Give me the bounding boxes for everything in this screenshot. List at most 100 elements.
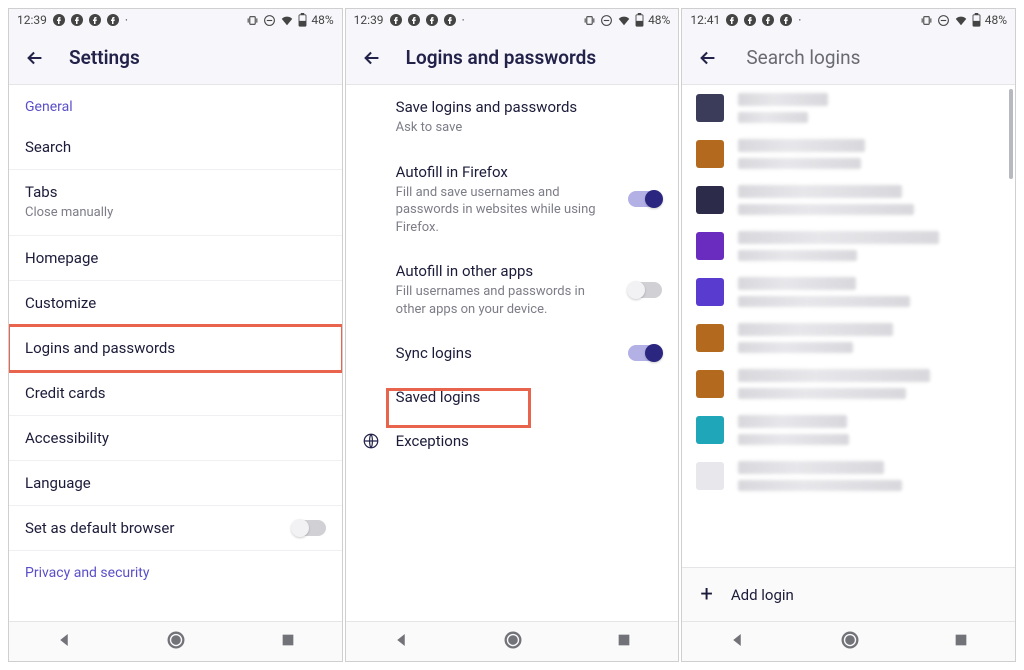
settings-row-tabs[interactable]: TabsClose manually [9,170,342,236]
row-label: Accessibility [25,429,326,447]
settings-list[interactable]: General Search TabsClose manually Homepa… [9,85,342,621]
back-button[interactable] [358,44,386,72]
row-label: Sync logins [396,344,617,362]
nav-recent-icon[interactable] [616,632,632,652]
add-login-label: Add login [731,586,794,604]
login-sub-blurred [738,204,914,215]
settings-row-language[interactable]: Language [9,461,342,506]
login-text [738,93,963,123]
nav-recent-icon[interactable] [280,632,296,652]
login-row[interactable] [682,177,1015,223]
login-text [738,415,963,445]
section-privacy: Privacy and security [9,551,342,591]
row-sync-logins[interactable]: Sync logins [346,331,679,375]
row-autofill-other[interactable]: Autofill in other appsFill usernames and… [346,249,679,331]
section-general: General [9,85,342,125]
login-title-blurred [738,461,884,474]
fb-icon [762,14,774,26]
login-row[interactable] [682,269,1015,315]
scrollbar[interactable] [1009,89,1013,179]
status-bar: 12:41 · 48% [682,9,1015,31]
screen-settings: 12:39 · 48% Settings General Search Tabs… [8,8,343,662]
nav-home-icon[interactable] [839,629,861,655]
site-favicon [696,416,724,444]
row-sub: Fill usernames and passwords in other ap… [396,283,617,318]
login-row[interactable] [682,315,1015,361]
login-row[interactable] [682,131,1015,177]
vibrate-icon [583,14,596,27]
nav-back-icon[interactable] [392,631,410,653]
status-bar: 12:39 · 48% [346,9,679,31]
nav-bar [682,621,1015,661]
row-save-logins[interactable]: Save logins and passwordsAsk to save [346,85,679,150]
battery-icon [298,13,307,27]
battery-pct: 48% [648,13,670,27]
vibrate-icon [920,14,933,27]
row-label: Tabs [25,183,326,201]
more-dot: · [798,13,801,27]
login-title-blurred [738,369,930,382]
wifi-icon [617,13,631,27]
dnd-icon [263,14,276,27]
toggle-autofill-firefox[interactable] [628,191,662,207]
login-sub-blurred [738,296,910,307]
settings-row-homepage[interactable]: Homepage [9,236,342,281]
login-row[interactable] [682,361,1015,407]
wifi-icon [280,13,294,27]
logins-settings-list[interactable]: Save logins and passwordsAsk to save Aut… [346,85,679,621]
toggle-sync-logins[interactable] [628,345,662,361]
toggle-default-browser[interactable] [292,520,326,536]
row-label: Homepage [25,249,326,267]
nav-home-icon[interactable] [165,629,187,655]
battery-pct: 48% [311,13,333,27]
login-text [738,139,963,169]
page-title: Logins and passwords [406,46,596,69]
row-sub: Fill and save usernames and passwords in… [396,184,617,237]
back-button[interactable] [694,44,722,72]
login-sub-blurred [738,112,808,123]
row-autofill-firefox[interactable]: Autofill in FirefoxFill and save usernam… [346,150,679,250]
saved-logins-list[interactable] [682,85,1015,567]
login-title-blurred [738,93,828,106]
nav-back-icon[interactable] [55,631,73,653]
settings-row-customize[interactable]: Customize [9,281,342,326]
login-text [738,231,963,261]
status-time: 12:39 [17,13,47,27]
fb-icon [89,14,101,26]
add-login-button[interactable]: + Add login [682,567,1015,621]
more-dot: · [462,13,465,27]
toggle-autofill-other[interactable] [628,282,662,298]
nav-home-icon[interactable] [502,629,524,655]
fb-icon [726,14,738,26]
row-label: Exceptions [396,432,663,450]
header: Logins and passwords [346,31,679,85]
row-label: Set as default browser [25,519,280,537]
login-row[interactable] [682,407,1015,453]
nav-bar [346,621,679,661]
row-saved-logins[interactable]: Saved logins [346,375,679,419]
nav-recent-icon[interactable] [953,632,969,652]
battery-pct: 48% [985,13,1007,27]
site-favicon [696,278,724,306]
fb-icon [71,14,83,26]
nav-back-icon[interactable] [728,631,746,653]
settings-row-default-browser[interactable]: Set as default browser [9,506,342,551]
site-favicon [696,462,724,490]
settings-row-credit-cards[interactable]: Credit cards [9,371,342,416]
row-exceptions[interactable]: Exceptions [346,419,679,463]
login-row[interactable] [682,453,1015,499]
login-text [738,369,963,399]
login-row[interactable] [682,85,1015,131]
site-favicon [696,370,724,398]
screen-logins-passwords: 12:39 · 48% Logins and passwords Save lo… [345,8,680,662]
login-text [738,277,963,307]
settings-row-search[interactable]: Search [9,125,342,170]
settings-row-accessibility[interactable]: Accessibility [9,416,342,461]
back-button[interactable] [21,44,49,72]
login-row[interactable] [682,223,1015,269]
header: Search logins [682,31,1015,85]
search-placeholder[interactable]: Search logins [746,46,860,69]
fb-icon [107,14,119,26]
settings-row-logins[interactable]: Logins and passwords [9,326,342,371]
fb-icon [53,14,65,26]
